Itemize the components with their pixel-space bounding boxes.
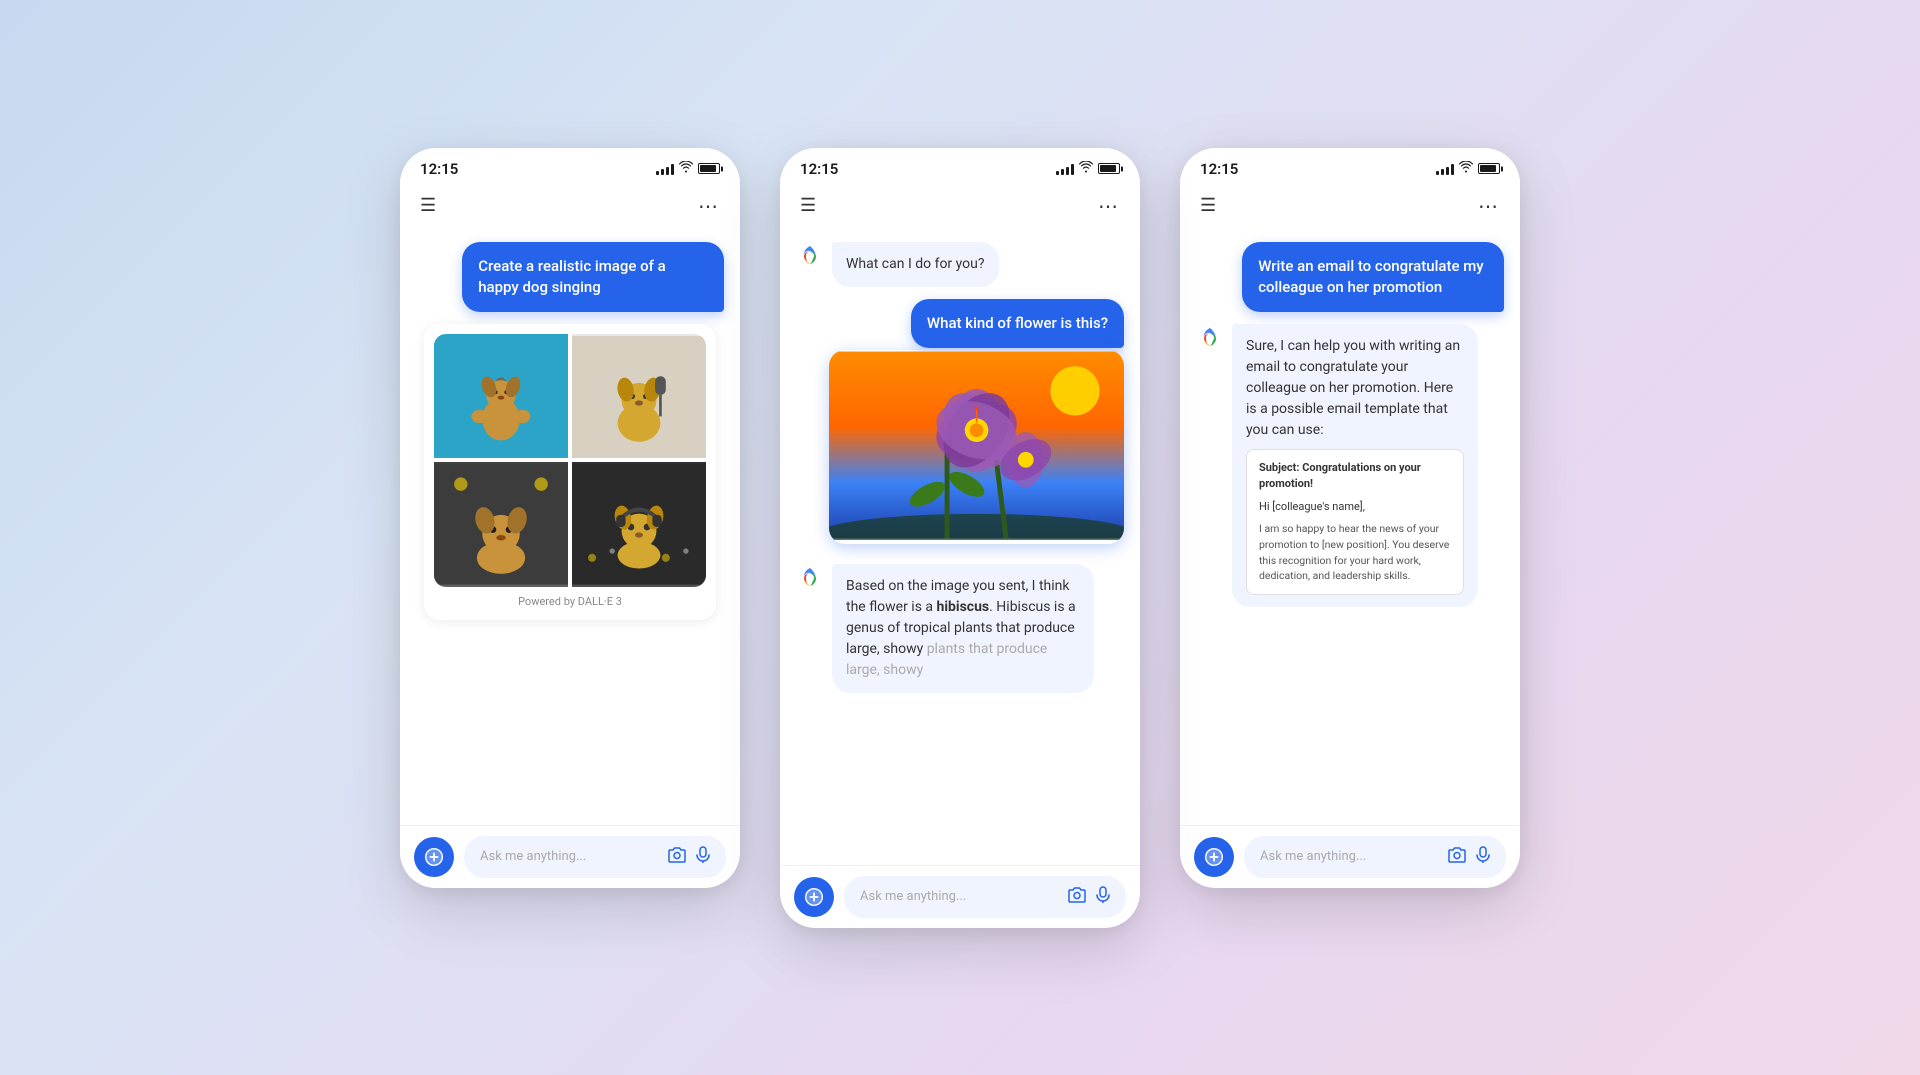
menu-icon-right[interactable]: ☰ — [1200, 195, 1216, 216]
chat-area-left: Create a realistic image of a happy dog … — [400, 230, 740, 825]
image-grid-left: Powered by DALL·E 3 — [424, 324, 716, 620]
dog-image-4 — [572, 462, 706, 587]
flower-message-group: What kind of flower is this? — [796, 299, 1124, 544]
status-icons-left — [656, 161, 720, 176]
input-bar-center: Ask me anything... — [780, 865, 1140, 928]
input-field-left[interactable]: Ask me anything... — [464, 836, 726, 878]
chat-area-center: What can I do for you? What kind of flow… — [780, 230, 1140, 865]
dog-image-1 — [434, 334, 568, 459]
input-icons-center — [1068, 886, 1110, 908]
right-phone: 12:15 — [1180, 148, 1520, 888]
status-bar-center: 12:15 — [780, 148, 1140, 186]
input-bar-right: Ask me anything... — [1180, 825, 1520, 888]
mic-icon-center[interactable] — [1096, 886, 1110, 908]
user-message-center: What kind of flower is this? — [911, 299, 1124, 348]
more-icon-center[interactable]: ⋯ — [1098, 194, 1120, 218]
camera-icon-right[interactable] — [1448, 847, 1466, 867]
ai-logo-center — [796, 242, 824, 270]
signal-icon — [656, 163, 674, 175]
dog-image-2 — [572, 334, 706, 459]
signal-icon-right — [1436, 163, 1454, 175]
ai-logo-right — [1196, 324, 1224, 352]
camera-icon-center[interactable] — [1068, 887, 1086, 907]
more-icon-right[interactable]: ⋯ — [1478, 194, 1500, 218]
email-subject: Subject: Congratulations on your promoti… — [1259, 460, 1451, 493]
input-icons-right — [1448, 846, 1490, 868]
ai-logo-center-2 — [796, 564, 824, 592]
phones-container: 12:15 — [0, 0, 1920, 1075]
ai-response-bubble-center: Based on the image you sent, I think the… — [832, 564, 1094, 693]
status-bar-right: 12:15 — [1180, 148, 1520, 186]
left-phone: 12:15 — [400, 148, 740, 888]
app-bar-center: ☰ ⋯ — [780, 186, 1140, 230]
input-icons-left — [668, 846, 710, 868]
chat-area-right: Write an email to congratulate my collea… — [1180, 230, 1520, 825]
input-field-center[interactable]: Ask me anything... — [844, 876, 1126, 918]
dog-image-3 — [434, 462, 568, 587]
more-icon-left[interactable]: ⋯ — [698, 194, 720, 218]
ai-greeting-bubble: What can I do for you? — [832, 242, 999, 287]
user-message-right: Write an email to congratulate my collea… — [1242, 242, 1504, 312]
dall-e-caption: Powered by DALL·E 3 — [434, 587, 706, 610]
menu-icon-center[interactable]: ☰ — [800, 195, 816, 216]
status-icons-center — [1056, 161, 1120, 176]
input-placeholder-right: Ask me anything... — [1260, 849, 1366, 864]
wifi-icon-center — [1079, 161, 1093, 176]
battery-icon-right — [1478, 163, 1500, 174]
status-icons-right — [1436, 161, 1500, 176]
chat-action-button-right[interactable] — [1194, 837, 1234, 877]
ai-response-message-center: Based on the image you sent, I think the… — [796, 564, 1124, 693]
ai-response-bubble-right: Sure, I can help you with writing an ema… — [1232, 324, 1478, 608]
app-bar-left: ☰ ⋯ — [400, 186, 740, 230]
chat-action-button-center[interactable] — [794, 877, 834, 917]
wifi-icon-right — [1459, 161, 1473, 176]
input-placeholder-center: Ask me anything... — [860, 889, 966, 904]
ai-response-message-right: Sure, I can help you with writing an ema… — [1196, 324, 1504, 608]
menu-icon-left[interactable]: ☰ — [420, 195, 436, 216]
hibiscus-bold: hibiscus — [936, 599, 989, 615]
mic-icon-right[interactable] — [1476, 846, 1490, 868]
time-left: 12:15 — [420, 160, 458, 178]
user-message-left: Create a realistic image of a happy dog … — [462, 242, 724, 312]
mic-icon-left[interactable] — [696, 846, 710, 868]
chat-action-button-left[interactable] — [414, 837, 454, 877]
ai-greeting-message: What can I do for you? — [796, 242, 1124, 287]
input-placeholder-left: Ask me anything... — [480, 849, 586, 864]
fade-text: plants that produce large, showy — [846, 641, 1047, 678]
app-bar-right: ☰ ⋯ — [1180, 186, 1520, 230]
battery-icon — [698, 163, 720, 174]
time-center: 12:15 — [800, 160, 838, 178]
signal-icon-center — [1056, 163, 1074, 175]
time-right: 12:15 — [1200, 160, 1238, 178]
dog-images-grid — [434, 334, 706, 587]
email-body: I am so happy to hear the news of your p… — [1259, 521, 1451, 584]
flower-image — [829, 350, 1124, 544]
input-bar-left: Ask me anything... — [400, 825, 740, 888]
email-template: Subject: Congratulations on your promoti… — [1246, 449, 1464, 596]
battery-icon-center — [1098, 163, 1120, 174]
camera-icon-left[interactable] — [668, 847, 686, 867]
center-phone: 12:15 — [780, 148, 1140, 928]
wifi-icon — [679, 161, 693, 176]
ai-response-intro-right: Sure, I can help you with writing an ema… — [1246, 338, 1460, 438]
email-greeting: Hi [colleague's name], — [1259, 499, 1451, 516]
status-bar-left: 12:15 — [400, 148, 740, 186]
input-field-right[interactable]: Ask me anything... — [1244, 836, 1506, 878]
